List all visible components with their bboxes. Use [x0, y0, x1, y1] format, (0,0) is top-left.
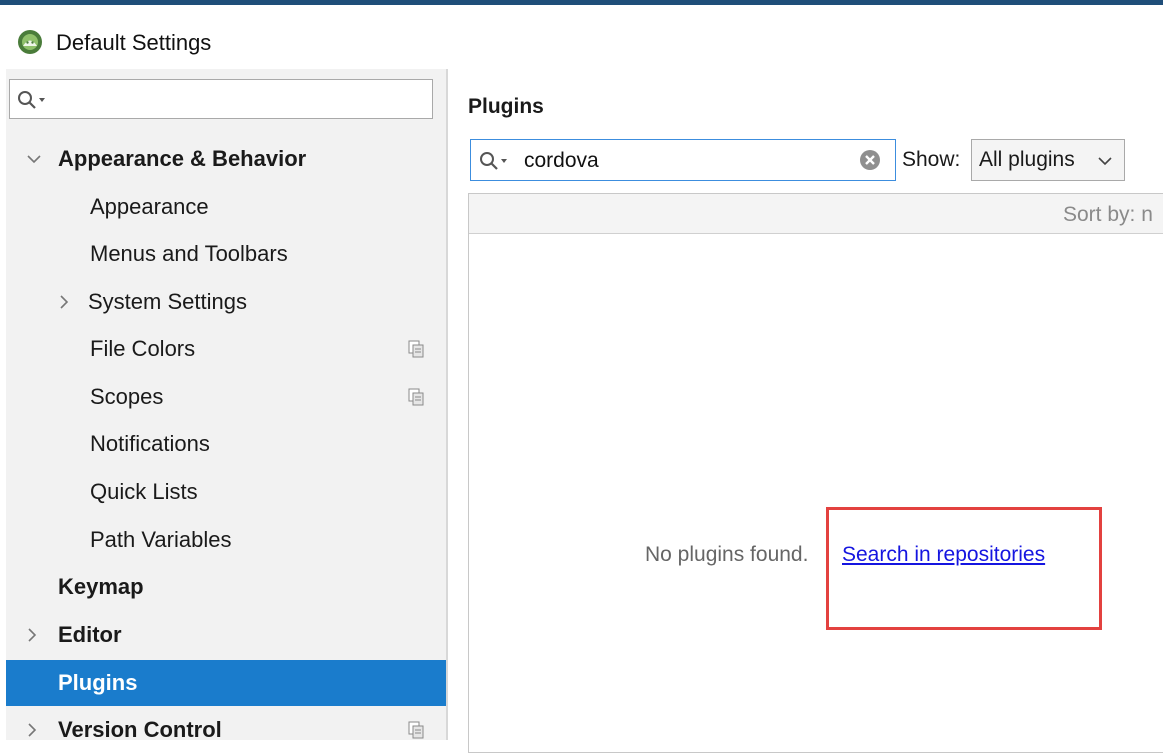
sidebar-item-appearance-behavior[interactable]: Appearance & Behavior — [6, 136, 446, 182]
search-icon[interactable] — [16, 89, 50, 111]
sidebar-item-label: Appearance — [90, 194, 209, 219]
sidebar-item-editor[interactable]: Editor — [6, 612, 446, 658]
settings-sidebar: Appearance & Behavior Appearance Menus a… — [6, 69, 446, 742]
sidebar-item-quick-lists[interactable]: Quick Lists — [6, 469, 446, 515]
show-filter-label: Show: — [902, 148, 961, 171]
plugins-panel: Plugins cordova Show: All plugins Sort b… — [448, 69, 1163, 753]
sidebar-item-label: System Settings — [88, 289, 247, 314]
sidebar-item-label: Appearance & Behavior — [58, 146, 307, 171]
show-filter-dropdown[interactable]: All plugins — [971, 139, 1125, 181]
sidebar-item-label: Scopes — [90, 384, 164, 409]
copy-settings-icon — [408, 388, 424, 406]
android-studio-icon — [18, 30, 42, 54]
plugin-search-value: cordova — [524, 149, 599, 172]
window-title: Default Settings — [56, 30, 212, 55]
sort-by-dropdown[interactable]: Sort by: n — [1063, 202, 1153, 228]
plugin-list-header: Sort by: n — [469, 194, 1163, 234]
sidebar-item-label: Keymap — [58, 574, 144, 599]
chevron-right-icon[interactable] — [24, 720, 40, 740]
sidebar-item-plugins[interactable]: Plugins — [6, 660, 446, 706]
sidebar-item-label: Menus and Toolbars — [90, 241, 288, 266]
search-icon[interactable] — [478, 150, 512, 172]
title-bar: Default Settings — [0, 5, 1163, 69]
sidebar-item-scopes[interactable]: Scopes — [6, 374, 446, 420]
sidebar-item-label: File Colors — [90, 336, 196, 361]
sidebar-item-keymap[interactable]: Keymap — [6, 564, 446, 610]
sidebar-item-label: Quick Lists — [90, 479, 198, 504]
chevron-down-icon — [1098, 157, 1112, 166]
sidebar-item-label: Path Variables — [90, 527, 232, 552]
sidebar-item-file-colors[interactable]: File Colors — [6, 326, 446, 372]
settings-search-input[interactable] — [9, 79, 433, 119]
plugin-list[interactable]: Sort by: n No plugins found. Search in r… — [468, 193, 1163, 753]
highlight-annotation-box — [826, 507, 1102, 630]
copy-settings-icon — [408, 340, 424, 358]
show-filter-value: All plugins — [979, 148, 1075, 171]
sidebar-item-label: Plugins — [58, 670, 138, 695]
plugin-search-input[interactable]: cordova — [470, 139, 896, 181]
sidebar-item-system-settings[interactable]: System Settings — [6, 279, 446, 325]
sidebar-item-appearance[interactable]: Appearance — [6, 184, 446, 230]
chevron-down-icon[interactable] — [26, 149, 42, 169]
page-title: Plugins — [468, 95, 544, 118]
sidebar-item-version-control[interactable]: Version Control — [6, 707, 446, 753]
copy-settings-icon — [408, 721, 424, 739]
chevron-right-icon[interactable] — [56, 292, 72, 312]
sidebar-item-menus-toolbars[interactable]: Menus and Toolbars — [6, 231, 446, 277]
empty-message: No plugins found. — [645, 543, 809, 566]
sidebar-item-path-variables[interactable]: Path Variables — [6, 517, 446, 563]
clear-search-icon[interactable] — [859, 149, 881, 171]
sidebar-item-label: Notifications — [90, 431, 210, 456]
chevron-right-icon[interactable] — [24, 625, 40, 645]
sidebar-item-notifications[interactable]: Notifications — [6, 421, 446, 467]
sidebar-item-label: Editor — [58, 622, 122, 647]
